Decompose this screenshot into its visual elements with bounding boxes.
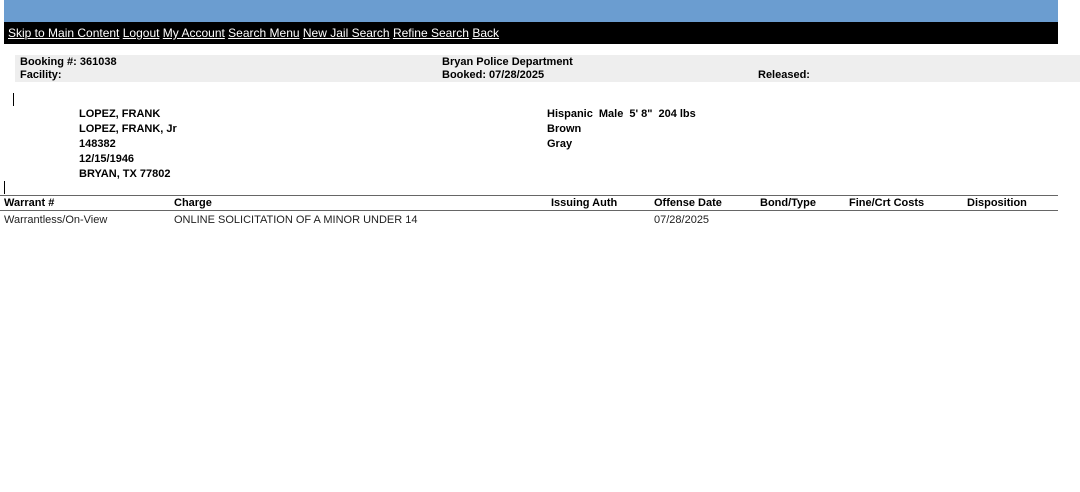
- weight: 204 lbs: [658, 108, 696, 120]
- cell-charge: ONLINE SOLICITATION OF A MINOR UNDER 14: [174, 214, 418, 226]
- header-banner: [4, 0, 1058, 22]
- nav-bar: Skip to Main Content Logout My Account S…: [4, 22, 1058, 44]
- inmate-id: 148382: [79, 138, 116, 150]
- height: 5' 8": [629, 108, 653, 120]
- skip-to-main-content-link[interactable]: Skip to Main Content: [8, 26, 119, 40]
- header-offense-date: Offense Date: [654, 197, 722, 209]
- header-warrant: Warrant #: [4, 197, 55, 209]
- table-header: Warrant # Charge Issuing Auth Offense Da…: [0, 196, 1058, 211]
- charges-table: Warrant # Charge Issuing Auth Offense Da…: [0, 195, 1058, 229]
- eye-color: Gray: [547, 138, 573, 150]
- search-menu-link[interactable]: Search Menu: [228, 26, 299, 40]
- header-fine-costs: Fine/Crt Costs: [849, 197, 925, 209]
- sex: Male: [598, 108, 624, 120]
- agency-name: Bryan Police Department: [442, 56, 573, 68]
- physical-description: Hispanic Male 5' 8" 204 lbs Brown Gray: [547, 107, 696, 152]
- person-details: LOPEZ, FRANK LOPEZ, FRANK, Jr 148382 12/…: [79, 107, 177, 182]
- header-disposition: Disposition: [967, 197, 1027, 209]
- inmate-city: BRYAN, TX 77802: [79, 168, 171, 180]
- text-cursor: [13, 93, 14, 106]
- cell-warrant: Warrantless/On-View: [4, 214, 108, 226]
- header-issuing-auth: Issuing Auth: [551, 197, 618, 209]
- booked-date: Booked: 07/28/2025: [442, 69, 545, 81]
- refine-search-link[interactable]: Refine Search: [393, 26, 469, 40]
- inmate-alias: LOPEZ, FRANK, Jr: [79, 123, 177, 135]
- logout-link[interactable]: Logout: [123, 26, 160, 40]
- inmate-name: LOPEZ, FRANK: [79, 108, 161, 120]
- cell-offense-date: 07/28/2025: [654, 214, 710, 226]
- my-account-link[interactable]: My Account: [163, 26, 225, 40]
- booking-number: Booking #: 361038: [20, 56, 117, 68]
- race: Hispanic: [547, 108, 593, 120]
- released-label: Released:: [758, 69, 810, 81]
- hair-color: Brown: [547, 123, 582, 135]
- inmate-dob: 12/15/1946: [79, 153, 135, 165]
- new-jail-search-link[interactable]: New Jail Search: [303, 26, 390, 40]
- header-bond-type: Bond/Type: [760, 197, 817, 209]
- back-link[interactable]: Back: [472, 26, 499, 40]
- header-charge: Charge: [174, 197, 212, 209]
- table-row: Warrantless/On-View ONLINE SOLICITATION …: [0, 211, 1058, 229]
- facility-label: Facility:: [20, 69, 62, 81]
- text-cursor: [4, 181, 5, 194]
- booking-info-panel: Booking #: 361038 Facility: Bryan Police…: [15, 55, 1080, 82]
